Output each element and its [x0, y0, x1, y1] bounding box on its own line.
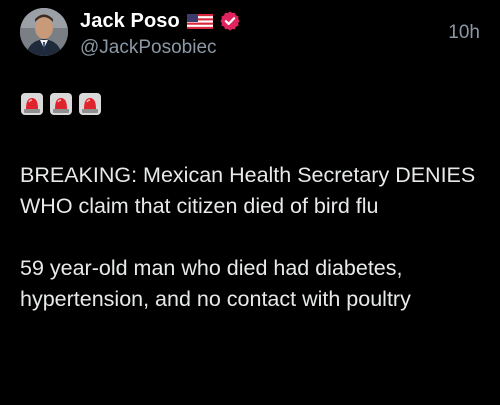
display-name[interactable]: Jack Poso: [80, 10, 180, 33]
emoji-row: [20, 92, 102, 116]
us-flag-icon: [186, 13, 213, 29]
user-handle[interactable]: @JackPosobiec: [80, 37, 241, 59]
avatar[interactable]: [20, 8, 68, 56]
tweet[interactable]: Jack Poso @JackPosobiec 10h BREAKING: Me…: [0, 0, 500, 405]
post-paragraph: BREAKING: Mexican Health Secretary DENIE…: [20, 163, 476, 218]
name-row: Jack Poso: [80, 8, 241, 34]
rotating-light-icon: [21, 93, 43, 115]
post-timestamp[interactable]: 10h: [448, 22, 480, 44]
rotating-light-icon: [50, 93, 72, 115]
rotating-light-icon: [79, 93, 101, 115]
post-paragraph: 59 year-old man who died had diabetes, h…: [20, 256, 411, 311]
avatar-image: [20, 8, 68, 56]
post-text: BREAKING: Mexican Health Secretary DENIE…: [20, 160, 485, 315]
tweet-header: Jack Poso @JackPosobiec: [80, 8, 241, 59]
verified-badge-icon[interactable]: [219, 10, 241, 32]
